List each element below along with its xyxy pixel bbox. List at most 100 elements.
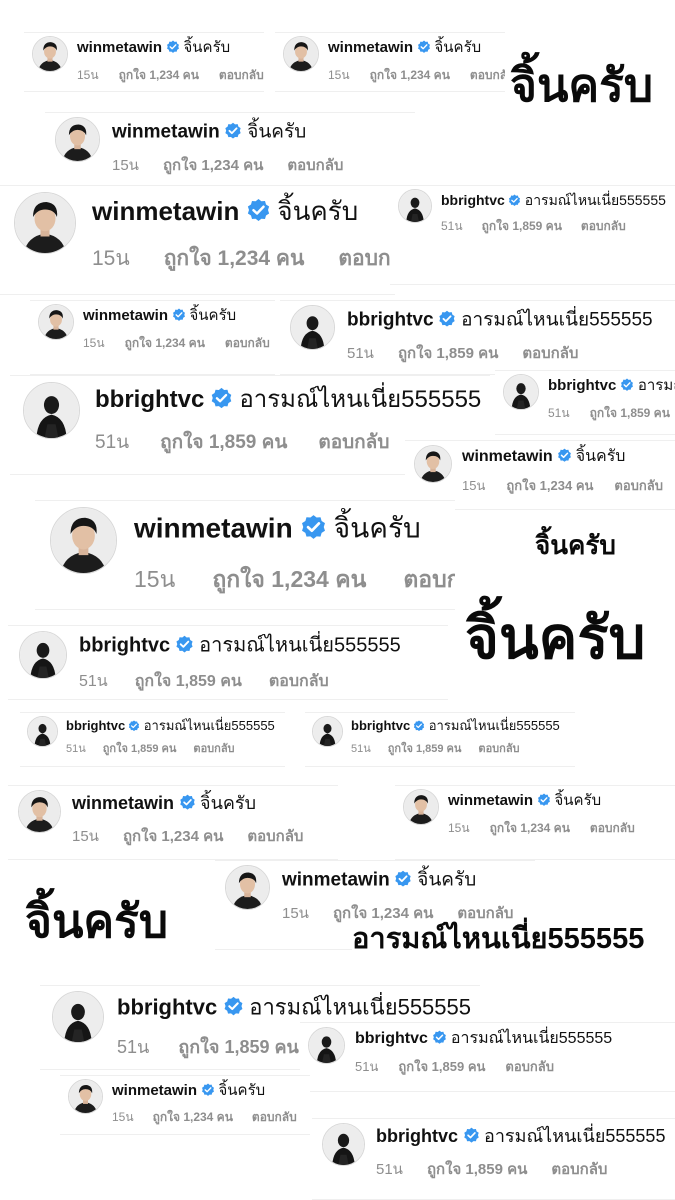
avatar[interactable] [38, 304, 74, 340]
like-count[interactable]: ถูกใจ 1,234 คน [333, 905, 433, 922]
username-link[interactable]: winmetawin [83, 307, 168, 324]
avatar[interactable] [283, 36, 319, 72]
avatar[interactable] [52, 991, 104, 1043]
like-count[interactable]: ถูกใจ 1,234 คน [490, 821, 570, 835]
like-count[interactable]: ถูกใจ 1,234 คน [163, 157, 263, 174]
timestamp[interactable]: 15น [328, 68, 350, 82]
timestamp[interactable]: 15น [72, 828, 99, 845]
username-link[interactable]: bbrightvc [66, 718, 125, 733]
timestamp[interactable]: 51น [347, 345, 374, 362]
like-count[interactable]: ถูกใจ 1,859 คน [103, 743, 177, 755]
reply-button[interactable]: ตอบกลับ [403, 566, 455, 592]
like-count[interactable]: ถูกใจ 1,859 คน [590, 406, 670, 420]
avatar[interactable] [19, 631, 67, 679]
timestamp[interactable]: 51น [95, 432, 129, 453]
reply-button[interactable]: ตอบกลับ [470, 68, 505, 82]
like-count[interactable]: ถูกใจ 1,859 คน [398, 1059, 485, 1074]
avatar[interactable] [403, 789, 439, 825]
avatar[interactable] [50, 507, 117, 574]
username-link[interactable]: winmetawin [462, 448, 553, 465]
reply-button[interactable]: ตอบกลับ [247, 828, 303, 845]
timestamp[interactable]: 15น [92, 247, 130, 270]
timestamp[interactable]: 15น [462, 478, 485, 493]
username-link[interactable]: winmetawin [282, 870, 390, 891]
avatar[interactable] [398, 189, 432, 223]
like-count[interactable]: ถูกใจ 1,859 คน [160, 432, 287, 453]
timestamp[interactable]: 15น [282, 905, 309, 922]
reply-button[interactable]: ตอบกลับ [225, 336, 270, 350]
username-link[interactable]: bbrightvc [376, 1126, 458, 1146]
reply-button[interactable]: ตอบกลับ [269, 673, 329, 690]
timestamp[interactable]: 15น [448, 821, 470, 835]
reply-button[interactable]: ตอบกลับ [193, 743, 234, 755]
avatar[interactable] [225, 865, 270, 910]
username-link[interactable]: bbrightvc [548, 377, 616, 394]
username-link[interactable]: winmetawin [328, 39, 413, 56]
username-link[interactable]: winmetawin [77, 39, 162, 56]
timestamp[interactable]: 51น [355, 1059, 378, 1074]
like-count[interactable]: ถูกใจ 1,859 คน [427, 1161, 527, 1178]
reply-button[interactable]: ตอบกลับ [614, 478, 663, 493]
reply-button[interactable]: ตอบกลับ [287, 157, 343, 174]
reply-button[interactable]: ตอบกลับ [219, 68, 264, 82]
reply-button[interactable]: ตอบกลับ [252, 1110, 297, 1124]
like-count[interactable]: ถูกใจ 1,234 คน [506, 478, 593, 493]
like-count[interactable]: ถูกใจ 1,234 คน [212, 566, 366, 592]
like-count[interactable]: ถูกใจ 1,234 คน [370, 68, 450, 82]
username-link[interactable]: winmetawin [448, 792, 533, 809]
like-count[interactable]: ถูกใจ 1,859 คน [482, 219, 562, 233]
reply-button[interactable]: ตอบกลับ [505, 1059, 554, 1074]
reply-button[interactable]: ตอบกลับ [338, 247, 395, 270]
avatar[interactable] [32, 36, 68, 72]
avatar[interactable] [27, 716, 58, 747]
avatar[interactable] [322, 1123, 365, 1166]
reply-button[interactable]: ตอบกลับ [590, 821, 635, 835]
timestamp[interactable]: 51น [376, 1161, 403, 1178]
like-count[interactable]: ถูกใจ 1,859 คน [135, 673, 242, 690]
username-link[interactable]: bbrightvc [441, 192, 505, 208]
avatar[interactable] [23, 382, 80, 439]
like-count[interactable]: ถูกใจ 1,234 คน [153, 1110, 233, 1124]
reply-button[interactable]: ตอบกลับ [551, 1161, 607, 1178]
reply-button[interactable]: ตอบกลับ [457, 905, 513, 922]
username-link[interactable]: winmetawin [134, 513, 293, 544]
like-count[interactable]: ถูกใจ 1,234 คน [119, 68, 199, 82]
like-count[interactable]: ถูกใจ 1,859 คน [398, 345, 498, 362]
avatar[interactable] [18, 790, 61, 833]
avatar[interactable] [312, 716, 343, 747]
timestamp[interactable]: 51น [79, 673, 108, 690]
username-link[interactable]: winmetawin [72, 793, 174, 813]
username-link[interactable]: winmetawin [92, 196, 239, 226]
username-link[interactable]: winmetawin [112, 122, 220, 143]
timestamp[interactable]: 15น [77, 68, 99, 82]
timestamp[interactable]: 51น [351, 743, 371, 755]
username-link[interactable]: bbrightvc [79, 635, 170, 657]
timestamp[interactable]: 15น [112, 1110, 134, 1124]
like-count[interactable]: ถูกใจ 1,234 คน [164, 247, 305, 270]
timestamp[interactable]: 15น [83, 336, 105, 350]
like-count[interactable]: ถูกใจ 1,234 คน [123, 828, 223, 845]
username-link[interactable]: bbrightvc [347, 310, 434, 331]
reply-button[interactable]: ตอบกลับ [522, 345, 578, 362]
avatar[interactable] [68, 1079, 103, 1114]
username-link[interactable]: winmetawin [112, 1082, 197, 1099]
avatar[interactable] [290, 305, 335, 350]
username-link[interactable]: bbrightvc [355, 1030, 428, 1047]
avatar[interactable] [55, 117, 100, 162]
reply-button[interactable]: ตอบกลับ [318, 432, 389, 453]
timestamp[interactable]: 51น [117, 1037, 149, 1057]
avatar[interactable] [308, 1027, 345, 1064]
avatar[interactable] [14, 192, 76, 254]
timestamp[interactable]: 15น [134, 566, 175, 592]
like-count[interactable]: ถูกใจ 1,234 คน [125, 336, 205, 350]
timestamp[interactable]: 51น [548, 406, 570, 420]
timestamp[interactable]: 51น [441, 219, 463, 233]
like-count[interactable]: ถูกใจ 1,859 คน [178, 1037, 299, 1057]
timestamp[interactable]: 51น [66, 743, 86, 755]
username-link[interactable]: bbrightvc [95, 386, 204, 413]
reply-button[interactable]: ตอบกลับ [581, 219, 626, 233]
username-link[interactable]: bbrightvc [117, 994, 217, 1019]
username-link[interactable]: bbrightvc [351, 718, 410, 733]
timestamp[interactable]: 15น [112, 157, 139, 174]
like-count[interactable]: ถูกใจ 1,859 คน [388, 743, 462, 755]
